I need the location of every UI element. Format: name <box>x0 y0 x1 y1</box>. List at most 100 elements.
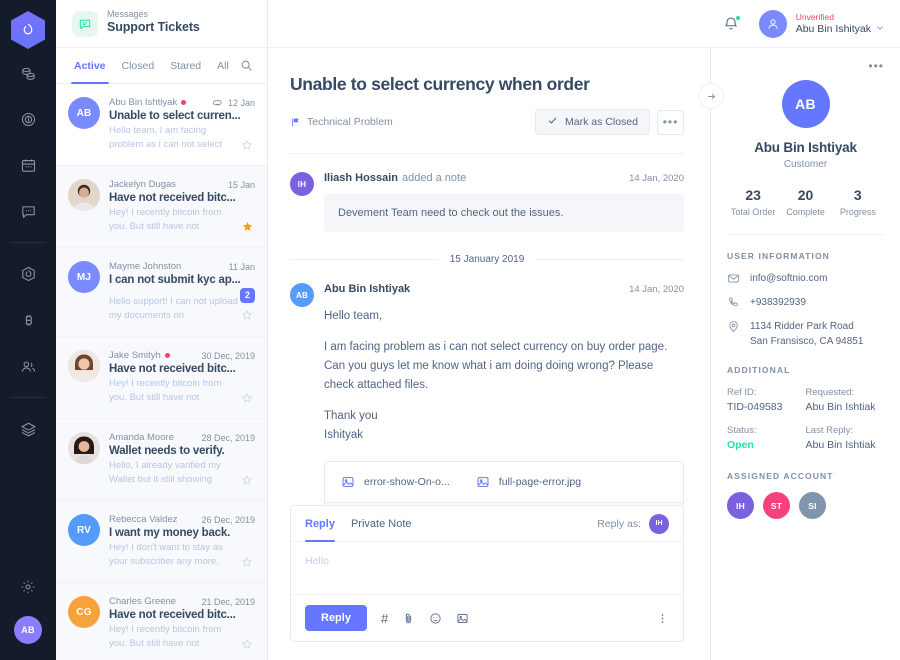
reply-as: Reply as: IH <box>597 513 669 534</box>
mark-as-closed-label: Mark as Closed <box>565 116 638 128</box>
list-item[interactable]: Jackelyn Dugas 15 Jan Have not received … <box>56 166 267 248</box>
list-item-name: Mayme Johnston <box>109 261 182 272</box>
gear-icon <box>21 580 35 594</box>
list-item[interactable]: RV Rebecca Valdez 26 Dec, 2019 I want my… <box>56 501 267 583</box>
star-icon[interactable] <box>239 392 255 405</box>
list-item-preview: Hey! I recently bitcoin from you. But st… <box>109 378 222 403</box>
reply-input[interactable]: Hello <box>291 542 683 594</box>
rail-divider-2 <box>10 397 46 398</box>
user-menu[interactable]: Unverified Abu Bin Ishityak <box>758 9 884 38</box>
assigned-avatar[interactable]: SI <box>799 492 826 519</box>
assigned-avatar[interactable]: IH <box>727 492 754 519</box>
message-paragraph: Hello team, <box>324 310 383 322</box>
field-last-reply: Last Reply: Abu Bin Ishtiak <box>806 425 885 451</box>
coins-icon <box>21 67 35 80</box>
user-information-list: info@softnio.com +938392939 1134 Ridder … <box>727 271 884 349</box>
ticket-filter-tabs: Active Closed Stared All <box>56 48 267 84</box>
sidebar-item-messages[interactable] <box>8 188 48 234</box>
contact-email-value: info@softnio.com <box>750 273 828 284</box>
ticket-category-label: Technical Problem <box>307 116 393 128</box>
customer-panel-more-button[interactable]: ••• <box>727 48 884 72</box>
sidebar-item-token[interactable] <box>8 96 48 142</box>
tab-all[interactable]: All <box>209 48 237 84</box>
list-item[interactable]: Amanda Moore 28 Dec, 2019 Wallet needs t… <box>56 419 267 501</box>
star-icon[interactable] <box>239 139 255 152</box>
attachment-icon <box>212 97 223 108</box>
assigned-avatar[interactable]: ST <box>763 492 790 519</box>
tab-closed[interactable]: Closed <box>114 48 163 84</box>
assigned-account-list: IH ST SI <box>727 492 884 519</box>
attachment-file-name: error-show-On-o... <box>364 476 450 488</box>
bitcoin-icon <box>25 314 32 326</box>
avatar: CG <box>68 596 100 628</box>
star-icon[interactable] <box>239 220 255 234</box>
image-icon[interactable] <box>456 612 469 625</box>
rail-group-secondary <box>0 251 56 389</box>
ticket-list[interactable]: AB Abu Bin Ishtiyak 12 Jan Unable to sel… <box>56 84 267 660</box>
sidebar-item-bitcoin[interactable] <box>8 297 48 343</box>
attachment-file[interactable]: error-show-On-o... <box>341 475 450 489</box>
list-item[interactable]: Jake Smityh 30 Dec, 2019 Have not receiv… <box>56 337 267 419</box>
divider-line <box>536 259 685 260</box>
search-button[interactable] <box>240 59 257 72</box>
list-item[interactable]: AB Abu Bin Ishtiyak 12 Jan Unable to sel… <box>56 84 267 166</box>
stat-total-order: 23 Total Order <box>727 187 779 217</box>
reply-composer: Reply Private Note Reply as: IH Hello Re… <box>268 505 710 660</box>
additional-row-2: Status: Open Last Reply: Abu Bin Ishtiak <box>727 425 884 451</box>
sidebar-item-calendar[interactable] <box>8 142 48 188</box>
list-item-preview: Hello team, I am facing problem as i can… <box>109 125 223 150</box>
location-icon <box>727 319 741 333</box>
ticket-category: Technical Problem <box>290 116 393 128</box>
user-icon <box>768 18 778 29</box>
mark-as-closed-button[interactable]: Mark as Closed <box>535 109 650 135</box>
sidebar-item-layers[interactable] <box>8 406 48 452</box>
tab-private-note[interactable]: Private Note <box>351 506 412 542</box>
emoji-icon[interactable] <box>429 612 442 625</box>
rail-user-avatar[interactable]: AB <box>14 616 42 644</box>
star-icon[interactable] <box>241 307 253 323</box>
tab-stared[interactable]: Stared <box>162 48 209 84</box>
notifications-button[interactable] <box>723 14 741 32</box>
list-item-subject: Have not received bitc... <box>109 363 236 375</box>
list-item[interactable]: MJ Mayme Johnston 11 Jan I can not submi… <box>56 248 267 337</box>
reply-tabs: Reply Private Note Reply as: IH <box>291 506 683 542</box>
users-icon <box>21 361 35 372</box>
field-value: TID-049583 <box>727 401 783 413</box>
avatar[interactable]: IH <box>649 513 669 534</box>
additional-row-1: Ref ID: TID-049583 Requested: Abu Bin Is… <box>727 387 884 413</box>
avatar-photo-icon <box>68 350 100 382</box>
customer-name: Abu Bin Ishtiyak <box>754 140 857 155</box>
unread-dot <box>164 353 170 358</box>
tab-reply[interactable]: Reply <box>305 506 335 542</box>
list-item[interactable]: CG Charles Greene 21 Dec, 2019 Have not … <box>56 583 267 660</box>
stat-label: Complete <box>786 207 825 217</box>
top-header-bar: Unverified Abu Bin Ishityak <box>268 0 900 48</box>
collapse-panel-button[interactable] <box>698 83 724 109</box>
flag-icon <box>290 117 301 128</box>
reply-more-button[interactable] <box>656 612 669 625</box>
stat-label: Total Order <box>730 207 776 217</box>
app-logo[interactable] <box>10 10 46 50</box>
sidebar-item-hexagon[interactable] <box>8 251 48 297</box>
sidebar-item-coins[interactable] <box>8 50 48 96</box>
paperclip-icon[interactable] <box>402 612 415 625</box>
star-icon[interactable] <box>239 556 255 569</box>
list-item-date: 12 Jan <box>227 97 255 108</box>
date-divider: 15 January 2019 <box>290 254 685 265</box>
attachment-file[interactable]: full-page-error.jpg <box>476 475 581 489</box>
ticket-more-button[interactable]: ••• <box>657 109 684 135</box>
hash-icon[interactable]: # <box>381 612 388 625</box>
star-icon[interactable] <box>239 474 255 487</box>
star-icon[interactable] <box>239 638 255 651</box>
message-signature: Thank you Ishityak <box>324 410 378 441</box>
field-ref-id: Ref ID: TID-049583 <box>727 387 806 413</box>
phone-icon <box>727 295 741 309</box>
tab-active[interactable]: Active <box>66 48 114 84</box>
sidebar-item-users[interactable] <box>8 343 48 389</box>
search-icon <box>241 60 252 71</box>
settings-button[interactable] <box>8 564 48 610</box>
stat-value: 3 <box>853 187 862 203</box>
notification-dot <box>734 14 741 21</box>
user-name: Abu Bin Ishityak <box>795 22 871 35</box>
reply-submit-button[interactable]: Reply <box>305 605 367 631</box>
